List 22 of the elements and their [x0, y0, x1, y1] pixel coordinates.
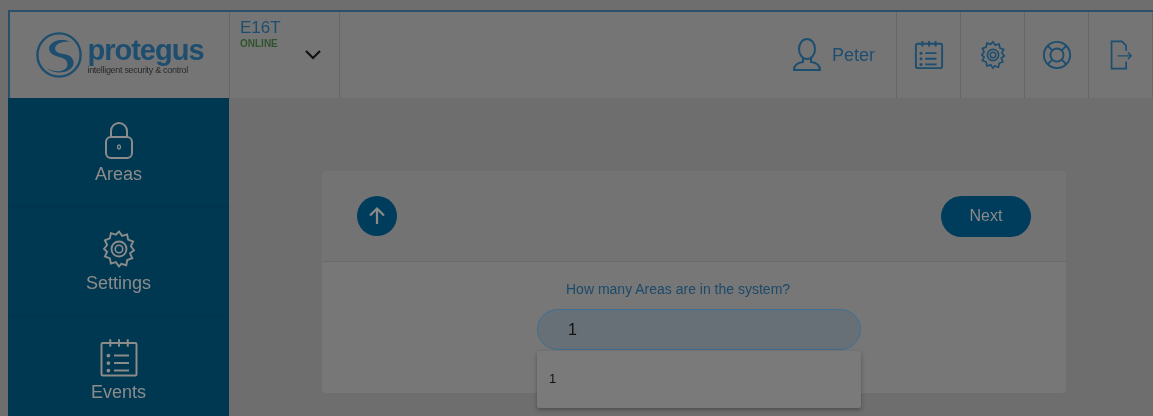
logo-wordmark: protegus: [87, 35, 204, 65]
calendar-list-icon[interactable]: [913, 40, 944, 70]
sidebar-item[interactable]: Settings: [8, 207, 229, 316]
next-button[interactable]: Next: [941, 195, 1031, 237]
sidebar-item[interactable]: Events: [8, 316, 229, 416]
padlock-icon: [102, 119, 135, 160]
logo-icon: [35, 31, 84, 79]
input-field[interactable]: 1: [537, 309, 861, 350]
arrow-up-icon: [367, 206, 387, 226]
lifebuoy-icon[interactable]: [1041, 40, 1072, 70]
logo-tagline: intelligent security & control: [87, 65, 189, 75]
device-name: E16T: [240, 18, 281, 38]
sidebar-item[interactable]: Areas: [8, 98, 229, 207]
chevron-down-icon[interactable]: [304, 50, 321, 60]
up-button[interactable]: [357, 196, 397, 236]
calendar-list-icon: [98, 337, 139, 378]
user-icon[interactable]: [792, 38, 822, 72]
device-status: ONLINE: [240, 38, 279, 49]
logout-icon[interactable]: [1108, 39, 1133, 71]
suggestion-item[interactable]: 1: [537, 351, 861, 386]
user-name[interactable]: Peter: [832, 44, 875, 66]
question-label: How many Areas are in the system?: [566, 281, 791, 297]
